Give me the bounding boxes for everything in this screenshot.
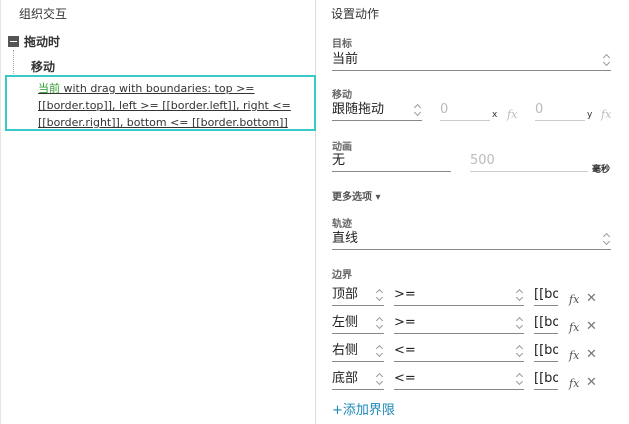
remove-boundary-icon[interactable]: ✕ xyxy=(586,291,597,306)
boundary-op-value: >= xyxy=(394,315,416,330)
select-spinner-icon xyxy=(375,344,384,358)
boundary-op-value: >= xyxy=(394,287,416,302)
more-options-toggle[interactable]: 更多选项 ▾ xyxy=(332,188,381,203)
tree-action-selected[interactable]: 当前 with drag with boundaries: top >= [[b… xyxy=(5,75,316,131)
move-mode-value: 跟随拖动 xyxy=(332,102,385,117)
select-spinner-icon xyxy=(413,103,422,117)
animation-value: 无 xyxy=(332,153,346,168)
boundary-side-select[interactable]: 底部 xyxy=(332,370,384,390)
panel-title-settings: 设置动作 xyxy=(331,7,380,21)
y-axis-label: y xyxy=(587,110,593,120)
boundary-side-value: 顶部 xyxy=(332,287,359,302)
boundary-value-input[interactable]: [[bo xyxy=(534,314,558,334)
animation-label: 动画 xyxy=(332,142,352,153)
duration-unit-label: 毫秒 xyxy=(592,165,611,175)
move-label: 移动 xyxy=(332,90,352,101)
select-spinner-icon xyxy=(515,344,524,358)
select-spinner-icon xyxy=(375,288,384,302)
select-spinner-icon xyxy=(375,316,384,330)
select-spinner-icon xyxy=(515,372,524,386)
boundary-op-select[interactable]: >= xyxy=(394,286,524,306)
add-boundary-link[interactable]: +添加界限 xyxy=(332,399,395,418)
boundary-value-input[interactable]: [[bo xyxy=(534,370,558,390)
action-line-2: [[border.top]], left >= [[border.left]],… xyxy=(38,99,291,112)
tree-event-label: 拖动时 xyxy=(24,34,61,49)
remove-boundary-icon[interactable]: ✕ xyxy=(586,319,597,334)
select-spinner-icon xyxy=(515,288,524,302)
move-mode-select[interactable]: 跟随拖动 xyxy=(332,101,422,121)
target-label: 目标 xyxy=(332,39,352,50)
action-description: 当前 with drag with boundaries: top >= [[b… xyxy=(38,80,308,131)
action-settings-panel: 设置动作 目标 当前 移动 跟随拖动 0 x fx 0 y fx 动画 无 50… xyxy=(317,0,629,424)
action-line-3: [[border.right]], bottom <= [[border.bot… xyxy=(38,116,288,129)
boundary-side-value: 右侧 xyxy=(332,343,359,358)
boundary-op-value: <= xyxy=(394,371,416,386)
remove-boundary-icon[interactable]: ✕ xyxy=(586,347,597,362)
animation-duration-input[interactable]: 500 xyxy=(470,152,588,172)
move-y-input[interactable]: 0 xyxy=(535,101,585,121)
boundaries-label: 边界 xyxy=(332,270,352,281)
collapse-icon[interactable] xyxy=(8,35,19,47)
boundary-op-select[interactable]: <= xyxy=(394,370,524,390)
target-value: 当前 xyxy=(332,52,359,67)
x-axis-label: x xyxy=(492,110,498,120)
track-label: 轨迹 xyxy=(332,219,352,230)
target-select[interactable]: 当前 xyxy=(332,51,611,71)
boundary-side-select[interactable]: 顶部 xyxy=(332,286,384,306)
fx-icon[interactable]: fx xyxy=(569,377,579,390)
boundary-op-select[interactable]: <= xyxy=(394,342,524,362)
boundary-side-select[interactable]: 右侧 xyxy=(332,342,384,362)
select-spinner-icon xyxy=(602,53,611,67)
interaction-tree-panel: 组织交互 拖动时 移动 当前 with drag with boundaries… xyxy=(0,0,316,424)
boundary-side-value: 左侧 xyxy=(332,315,359,330)
panel-title-organize: 组织交互 xyxy=(19,7,68,21)
boundary-op-select[interactable]: >= xyxy=(394,314,524,334)
action-line-1: with drag with boundaries: top >= xyxy=(60,82,255,95)
select-spinner-icon xyxy=(375,372,384,386)
animation-select[interactable]: 无 xyxy=(332,152,451,172)
track-select[interactable]: 直线 xyxy=(332,230,611,250)
fx-icon: fx xyxy=(507,108,518,121)
action-target-link[interactable]: 当前 xyxy=(38,82,60,95)
fx-icon[interactable]: fx xyxy=(569,349,579,362)
fx-icon[interactable]: fx xyxy=(569,321,579,334)
remove-boundary-icon[interactable]: ✕ xyxy=(586,375,597,390)
boundary-value-input[interactable]: [[bo xyxy=(534,342,558,362)
boundary-value-input[interactable]: [[bo xyxy=(534,286,558,306)
tree-event-drag[interactable]: 拖动时 xyxy=(8,34,61,49)
tree-case-move[interactable]: 移动 xyxy=(31,58,55,75)
move-x-input[interactable]: 0 xyxy=(440,101,490,121)
boundary-side-select[interactable]: 左侧 xyxy=(332,314,384,334)
fx-icon: fx xyxy=(601,108,612,121)
track-value: 直线 xyxy=(332,231,359,246)
select-spinner-icon xyxy=(515,316,524,330)
fx-icon[interactable]: fx xyxy=(569,293,579,306)
boundary-side-value: 底部 xyxy=(332,371,359,386)
select-spinner-icon xyxy=(602,232,611,246)
boundary-op-value: <= xyxy=(394,343,416,358)
